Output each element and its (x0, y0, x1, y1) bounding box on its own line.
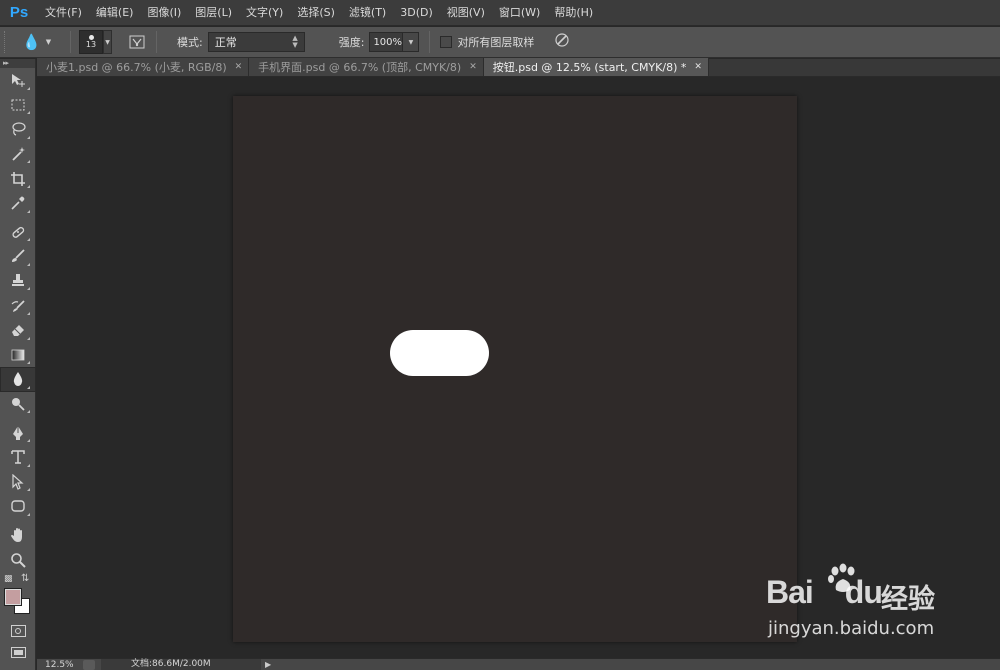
pen-tool-icon[interactable] (0, 420, 36, 445)
menu-window[interactable]: 窗口(W) (492, 0, 547, 26)
sample-all-layers-label: 对所有图层取样 (457, 36, 535, 49)
eyedropper-tool-icon[interactable] (0, 191, 36, 216)
menu-edit[interactable]: 编辑(E) (89, 0, 141, 26)
menu-filter[interactable]: 滤镜(T) (342, 0, 393, 26)
menu-view[interactable]: 视图(V) (440, 0, 492, 26)
rounded-button-shape[interactable] (390, 330, 489, 376)
path-selection-tool-icon[interactable] (0, 470, 36, 495)
brush-dropdown-button[interactable]: ▼ (103, 30, 112, 54)
status-bar: 12.5% 文档:86.6M/2.00M ▶ (37, 658, 1000, 670)
hand-tool-icon[interactable] (0, 523, 36, 548)
strength-input[interactable]: 100% (369, 32, 404, 52)
zoom-tool-icon[interactable] (0, 547, 36, 572)
zoom-level[interactable]: 12.5% (37, 660, 77, 670)
tools-panel-header[interactable]: ▸▸ (0, 59, 35, 68)
mode-select[interactable]: 正常 ▲ ▼ (207, 32, 305, 52)
chevron-down-icon: ▼ (45, 38, 52, 46)
history-brush-tool-icon[interactable] (0, 293, 36, 318)
dodge-tool-icon[interactable] (0, 392, 36, 417)
gradient-tool-icon[interactable] (0, 343, 36, 368)
menu-3d[interactable]: 3D(D) (393, 0, 440, 26)
magic-wand-tool-icon[interactable] (0, 142, 36, 167)
lasso-tool-icon[interactable] (0, 117, 36, 142)
tab-xiaomai[interactable]: 小麦1.psd @ 66.7% (小麦, RGB/8) ✕ (37, 58, 250, 76)
separator (156, 31, 157, 53)
blur-drop-icon: 💧 (22, 33, 41, 51)
tool-preset-picker[interactable]: 💧 ▼ (22, 33, 62, 51)
color-swatches: ▩ ⇅ (0, 572, 36, 620)
menu-image[interactable]: 图像(I) (140, 0, 188, 26)
shape-tool-icon[interactable] (0, 494, 36, 519)
mode-value: 正常 (214, 36, 237, 49)
menu-help[interactable]: 帮助(H) (547, 0, 600, 26)
menu-layer[interactable]: 图层(L) (188, 0, 239, 26)
default-colors-icon[interactable]: ▩ (4, 574, 13, 584)
close-icon[interactable]: ✕ (469, 62, 477, 72)
watermark-url: jingyan.baidu.com (768, 618, 935, 639)
options-bar: 💧 ▼ 13 ▼ 模式: 正常 ▲ ▼ 强度: 100% ▼ 对所有图层取样 (0, 27, 1000, 58)
tools-panel: ▸▸ ▩ ⇅ (0, 59, 36, 670)
quick-mask-icon[interactable] (0, 620, 36, 642)
type-tool-icon[interactable] (0, 445, 36, 470)
paw-icon (826, 562, 860, 604)
brush-tool-icon[interactable] (0, 244, 36, 269)
photoshop-window: Ps 文件(F) 编辑(E) 图像(I) 图层(L) 文字(Y) 选择(S) 滤… (0, 0, 1000, 670)
tab-label: 小麦1.psd @ 66.7% (小麦, RGB/8) (46, 61, 227, 74)
app-logo: Ps (9, 4, 29, 21)
tab-phone-ui[interactable]: 手机界面.psd @ 66.7% (顶部, CMYK/8) ✕ (249, 58, 484, 76)
chevron-right-icon[interactable]: ▶ (265, 660, 271, 669)
close-icon[interactable]: ✕ (235, 62, 243, 72)
strength-label: 强度: (338, 36, 365, 49)
healing-brush-tool-icon[interactable] (0, 220, 36, 245)
pressure-icon[interactable] (554, 32, 570, 52)
screen-mode-icon[interactable] (0, 642, 36, 664)
status-info-icon[interactable] (83, 659, 95, 670)
updown-icon: ▲ ▼ (292, 34, 298, 49)
clone-stamp-tool-icon[interactable] (0, 269, 36, 294)
menu-file[interactable]: 文件(F) (38, 0, 89, 26)
brush-panel-toggle-icon[interactable] (126, 32, 148, 52)
swap-colors-icon[interactable]: ⇅ (21, 573, 29, 584)
menu-type[interactable]: 文字(Y) (239, 0, 290, 26)
document-tabs: 小麦1.psd @ 66.7% (小麦, RGB/8) ✕ 手机界面.psd @… (37, 58, 1000, 77)
menu-items: 文件(F) 编辑(E) 图像(I) 图层(L) 文字(Y) 选择(S) 滤镜(T… (38, 0, 600, 26)
separator (70, 31, 71, 53)
brush-preset-picker[interactable]: 13 (79, 30, 103, 54)
strength-dropdown-button[interactable]: ▼ (403, 32, 420, 52)
watermark-cn-text: 经验 (881, 584, 935, 615)
blur-tool-icon[interactable] (0, 367, 36, 392)
foreground-color-swatch[interactable] (4, 587, 22, 606)
document-canvas[interactable] (233, 96, 797, 642)
crop-tool-icon[interactable] (0, 166, 36, 191)
baidu-jingyan-watermark: Bai du 经验 jingyan.baidu.com (766, 562, 946, 650)
tab-label: 手机界面.psd @ 66.7% (顶部, CMYK/8) (258, 61, 462, 74)
tab-label: 按钮.psd @ 12.5% (start, CMYK/8) * (492, 61, 687, 74)
menu-select[interactable]: 选择(S) (290, 0, 342, 26)
eraser-tool-icon[interactable] (0, 318, 36, 343)
marquee-tool-icon[interactable] (0, 93, 36, 118)
brush-size: 13 (85, 40, 97, 49)
move-tool-icon[interactable] (0, 68, 36, 93)
options-bar-grip[interactable] (4, 31, 10, 53)
menu-bar: Ps 文件(F) 编辑(E) 图像(I) 图层(L) 文字(Y) 选择(S) 滤… (0, 0, 1000, 26)
watermark-logo-text: Bai du (766, 574, 883, 610)
document-size-info[interactable]: 文档:86.6M/2.00M (101, 659, 261, 670)
tab-button[interactable]: 按钮.psd @ 12.5% (start, CMYK/8) * ✕ (483, 58, 709, 76)
mode-label: 模式: (177, 36, 203, 49)
sample-all-layers-checkbox[interactable] (440, 36, 453, 48)
close-icon[interactable]: ✕ (694, 62, 702, 72)
separator (429, 31, 431, 53)
